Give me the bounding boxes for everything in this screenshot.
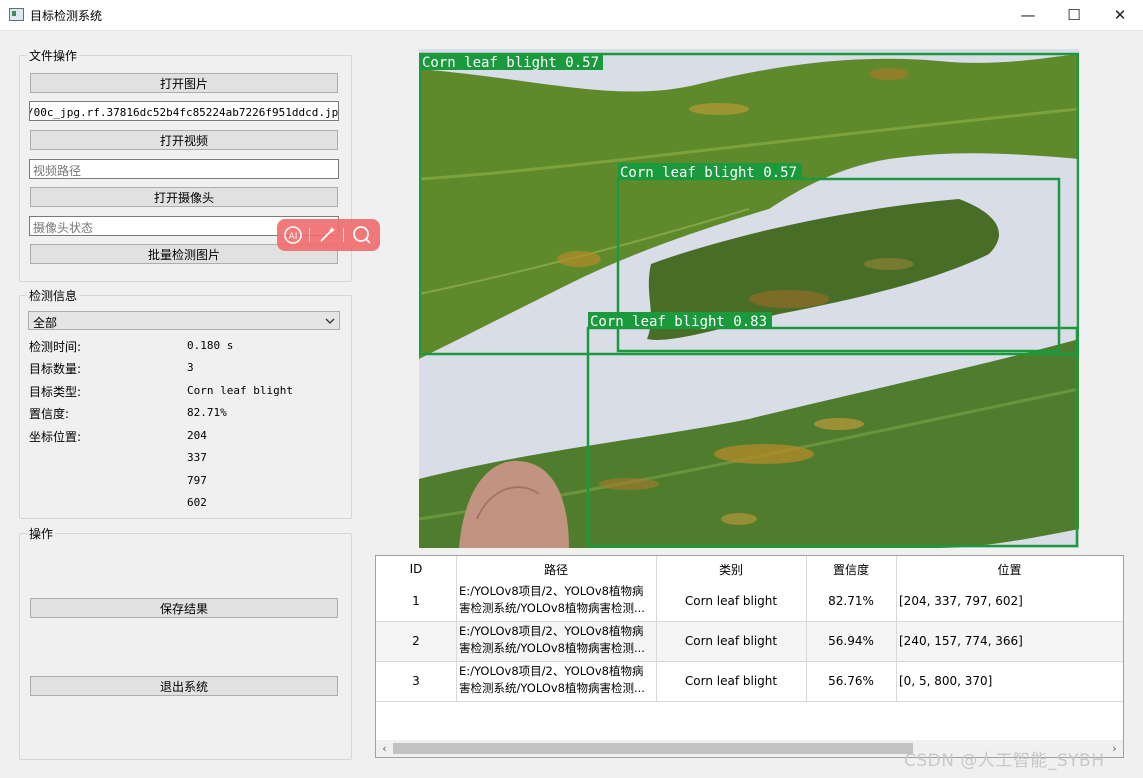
- target-filter-select[interactable]: 全部: [28, 311, 340, 330]
- app-icon: [9, 8, 24, 21]
- image-path-value: 图片/00c_jpg.rf.37816dc52b4fc85224ab7226f9…: [29, 106, 339, 119]
- magic-wand-icon[interactable]: [317, 225, 337, 245]
- scrollbar-thumb[interactable]: [393, 743, 913, 754]
- count-label: 目标数量:: [29, 362, 82, 376]
- column-divider: [896, 556, 897, 701]
- table-row-1-class[interactable]: Corn leaf blight: [656, 581, 806, 621]
- maximize-button[interactable]: ☐: [1051, 0, 1097, 30]
- header-class[interactable]: 类别: [656, 556, 806, 582]
- image-path-field[interactable]: 图片/00c_jpg.rf.37816dc52b4fc85224ab7226f9…: [29, 101, 339, 121]
- time-value: 0.180 s: [187, 339, 234, 352]
- path-line-1: E:/YOLOv8项目/2、YOLOv8植物病: [459, 664, 644, 678]
- table-row-2-confidence[interactable]: 56.94%: [806, 621, 896, 661]
- detection-image: Corn leaf blight 0.57 Corn leaf blight 0…: [419, 49, 1079, 548]
- camera-status-placeholder: 摄像头状态: [33, 221, 94, 235]
- scroll-right-icon[interactable]: ›: [1106, 740, 1123, 757]
- video-path-placeholder: 视频路径: [33, 164, 82, 178]
- scroll-left-icon[interactable]: ‹: [376, 740, 393, 757]
- type-label: 目标类型:: [29, 385, 82, 399]
- table-row-1-position[interactable]: [204, 337, 797, 602]: [899, 581, 1123, 621]
- open-camera-button[interactable]: 打开摄像头: [30, 187, 338, 207]
- toolbar-divider: [309, 228, 310, 242]
- minimize-button[interactable]: —: [1005, 0, 1051, 30]
- time-label: 检测时间:: [29, 340, 82, 354]
- filter-value: 全部: [33, 316, 58, 330]
- path-line-1: E:/YOLOv8项目/2、YOLOv8植物病: [459, 624, 644, 638]
- table-row-3-id[interactable]: 3: [376, 661, 456, 701]
- type-value: Corn leaf blight: [187, 384, 293, 397]
- table-row-3-position[interactable]: [0, 5, 800, 370]: [899, 661, 1123, 701]
- close-icon: ✕: [1113, 6, 1127, 24]
- table-row-1-confidence[interactable]: 82.71%: [806, 581, 896, 621]
- video-path-field[interactable]: 视频路径: [29, 159, 339, 179]
- confidence-label: 置信度:: [29, 407, 70, 421]
- coord-ymin: 337: [187, 451, 207, 464]
- confidence-value: 82.71%: [187, 406, 227, 419]
- table-row-3-class[interactable]: Corn leaf blight: [656, 661, 806, 701]
- table-row-1-id[interactable]: 1: [376, 581, 456, 621]
- watermark: CSDN @人工智能_SYBH: [904, 751, 1105, 771]
- header-id[interactable]: ID: [376, 556, 456, 582]
- save-results-button[interactable]: 保存结果: [30, 598, 338, 618]
- coord-label: 坐标位置:: [29, 430, 82, 444]
- coord-xmax: 797: [187, 474, 207, 487]
- maximize-icon: ☐: [1067, 6, 1081, 24]
- table-row-2-id[interactable]: 2: [376, 621, 456, 661]
- table-row-3-confidence[interactable]: 56.76%: [806, 661, 896, 701]
- coord-xmin: 204: [187, 429, 207, 442]
- detection-label-1: Corn leaf blight 0.57: [422, 55, 599, 71]
- close-button[interactable]: ✕: [1097, 0, 1143, 30]
- chevron-down-icon: [325, 318, 335, 324]
- table-row-2-path[interactable]: E:/YOLOv8项目/2、YOLOv8植物病 害检测系统/YOLOv8植物病害…: [456, 621, 656, 661]
- table-row-2-class[interactable]: Corn leaf blight: [656, 621, 806, 661]
- open-video-button[interactable]: 打开视频: [30, 130, 338, 150]
- table-row-2-position[interactable]: [240, 157, 774, 366]: [899, 621, 1123, 661]
- table-row-3-path[interactable]: E:/YOLOv8项目/2、YOLOv8植物病 害检测系统/YOLOv8植物病害…: [456, 661, 656, 701]
- detection-image-canvas: Corn leaf blight 0.57 Corn leaf blight 0…: [419, 49, 1079, 548]
- ops-title: 操作: [27, 525, 56, 542]
- table-row-1-path[interactable]: E:/YOLOv8项目/2、YOLOv8植物病 害检测系统/YOLOv8植物病害…: [456, 581, 656, 621]
- path-line-1: E:/YOLOv8项目/2、YOLOv8植物病: [459, 584, 644, 598]
- results-table[interactable]: ID 路径 类别 置信度 位置 1 E:/YOLOv8项目/2、YOLOv8植物…: [375, 555, 1124, 758]
- window-title: 目标检测系统: [30, 9, 103, 23]
- toolbar-divider: [343, 228, 344, 242]
- ai-icon-label: AI: [289, 232, 298, 242]
- path-line-2: 害检测系统/YOLOv8植物病害检测...: [459, 601, 645, 615]
- floating-toolbar: AI: [277, 219, 380, 251]
- exit-system-button[interactable]: 退出系统: [30, 676, 338, 696]
- file-ops-title: 文件操作: [27, 47, 80, 64]
- search-icon[interactable]: [352, 225, 372, 245]
- count-value: 3: [187, 361, 194, 374]
- detect-info-title: 检测信息: [27, 287, 80, 304]
- title-bar: 目标检测系统 — ☐ ✕: [0, 0, 1143, 31]
- header-path[interactable]: 路径: [456, 556, 656, 582]
- header-confidence[interactable]: 置信度: [806, 556, 896, 582]
- detection-label-2: Corn leaf blight 0.57: [620, 165, 797, 181]
- open-image-button[interactable]: 打开图片: [30, 73, 338, 93]
- minimize-icon: —: [1020, 6, 1036, 24]
- path-line-2: 害检测系统/YOLOv8植物病害检测...: [459, 681, 645, 695]
- ai-icon[interactable]: AI: [283, 225, 303, 245]
- path-line-2: 害检测系统/YOLOv8植物病害检测...: [459, 641, 645, 655]
- detection-label-3: Corn leaf blight 0.83: [590, 314, 767, 330]
- header-position[interactable]: 位置: [896, 556, 1123, 582]
- ops-group: [19, 533, 352, 760]
- row-divider: [376, 701, 1123, 702]
- coord-ymax: 602: [187, 496, 207, 509]
